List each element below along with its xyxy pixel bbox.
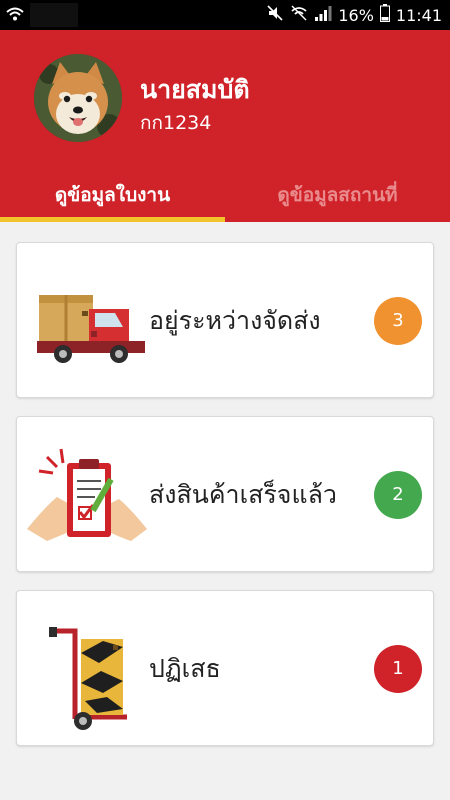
profile-header: นายสมบัติ กก1234 ดูข้อมูลใบงาน ดูข้อมูลส…: [0, 30, 450, 222]
battery-icon: [379, 4, 390, 26]
card-label: อยู่ระหว่างจัดส่ง: [149, 306, 321, 335]
count-badge: 2: [374, 471, 422, 519]
battery-percent: 16%: [338, 5, 374, 25]
tab-job-info[interactable]: ดูข้อมูลใบงาน: [0, 176, 225, 222]
user-id: กก1234: [140, 112, 212, 134]
shiba-dog-avatar: [34, 54, 122, 142]
status-icons: 16% 11:41: [266, 4, 442, 26]
hand-trolley-icon: [27, 601, 147, 737]
tab-location-info[interactable]: ดูข้อมูลสถานที่: [225, 176, 450, 222]
wifi-calling-icon: [290, 4, 308, 26]
count-badge: 1: [374, 645, 422, 693]
tab-bar: ดูข้อมูลใบงาน ดูข้อมูลสถานที่: [0, 176, 450, 222]
card-label: ส่งสินค้าเสร็จแล้ว: [149, 480, 337, 509]
count-badge: 3: [374, 297, 422, 345]
tab-indicator: [0, 217, 225, 222]
card-label: ปฏิเสธ: [149, 654, 221, 683]
clock: 11:41: [395, 5, 442, 25]
clipboard-check-icon: [27, 427, 147, 563]
signal-icon: [314, 5, 332, 25]
card-in-delivery[interactable]: อยู่ระหว่างจัดส่ง 3: [16, 242, 434, 398]
status-bar: 16% 11:41: [0, 0, 450, 30]
redacted-area: [30, 3, 78, 27]
avatar[interactable]: [34, 54, 122, 142]
card-delivered[interactable]: ส่งสินค้าเสร็จแล้ว 2: [16, 416, 434, 572]
user-name: นายสมบัติ: [140, 75, 250, 104]
delivery-truck-icon: [27, 253, 147, 389]
card-rejected[interactable]: ปฏิเสธ 1: [16, 590, 434, 746]
mute-icon: [266, 4, 284, 26]
wifi-icon: [6, 6, 24, 26]
